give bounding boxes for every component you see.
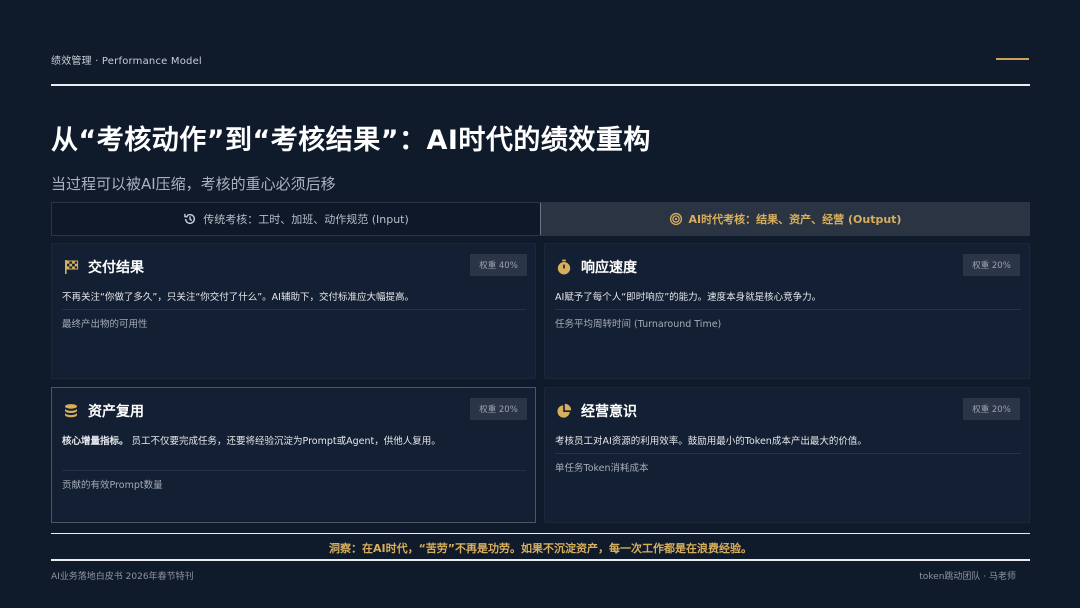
- target-icon: [669, 212, 683, 226]
- card-title: 资产复用: [88, 404, 144, 420]
- tab-bar: 传统考核：工时、加班、动作规范 (Input) AI时代考核：结果、资产、经营 …: [51, 202, 1030, 236]
- card-divider: [62, 309, 526, 310]
- weight-badge: 权重 40%: [470, 254, 527, 276]
- weight-badge: 权重 20%: [470, 398, 527, 420]
- card-description-text: 考核员工对AI资源的利用效率。鼓励用最小的Token成本产出最大的价值。: [555, 436, 867, 447]
- card-description-text: 员工不仅要完成任务，还要将经验沉淀为Prompt或Agent，供他人复用。: [131, 436, 441, 447]
- card-description: 不再关注“你做了多久”，只关注“你交付了什么”。AI辅助下，交付标准应大幅提高。: [62, 289, 414, 303]
- card-description: 核心增量指标。 员工不仅要完成任务，还要将经验沉淀为Prompt或Agent，供…: [62, 433, 441, 447]
- footer-author: token跳动团队 · 马老师: [919, 572, 1016, 582]
- page-title: 从“考核动作”到“考核结果”：AI时代的绩效重构: [51, 125, 651, 156]
- card-description-text: AI赋予了每个人“即时响应”的能力。速度本身就是核心竞争力。: [555, 292, 822, 303]
- card-delivery-result[interactable]: 交付结果 权重 40% 不再关注“你做了多久”，只关注“你交付了什么”。AI辅助…: [51, 243, 536, 379]
- pie-chart-icon: [555, 402, 573, 420]
- history-icon: [183, 212, 197, 226]
- card-description-text: 不再关注“你做了多久”，只关注“你交付了什么”。AI辅助下，交付标准应大幅提高。: [62, 292, 414, 303]
- card-divider: [555, 309, 1021, 310]
- coins-icon: [62, 402, 80, 420]
- checkered-flag-icon: [62, 258, 80, 276]
- insight-bottom-divider: [51, 559, 1030, 561]
- footer-publication: AI业务落地白皮书 2026年春节特刊: [51, 572, 194, 582]
- section-label: 绩效管理 · Performance Model: [51, 56, 202, 67]
- tab-ai-era[interactable]: AI时代考核：结果、资产、经营 (Output): [541, 203, 1029, 235]
- page-subtitle: 当过程可以被AI压缩，考核的重心必须后移: [51, 175, 336, 193]
- header-accent-line: [996, 58, 1029, 60]
- top-divider: [51, 84, 1030, 86]
- insight-text: 洞察：在AI时代，“苦劳”不再是功劳。如果不沉淀资产，每一次工作都是在浪费经验。: [328, 542, 753, 555]
- card-divider: [62, 470, 526, 471]
- tab-ai-era-label: AI时代考核：结果、资产、经营 (Output): [688, 213, 902, 226]
- card-metric: 贡献的有效Prompt数量: [62, 480, 163, 491]
- card-divider: [555, 453, 1021, 454]
- card-description: 考核员工对AI资源的利用效率。鼓励用最小的Token成本产出最大的价值。: [555, 433, 867, 447]
- card-metric: 单任务Token消耗成本: [555, 463, 649, 474]
- card-metric: 任务平均周转时间 (Turnaround Time): [555, 319, 722, 330]
- card-title: 经营意识: [581, 404, 637, 420]
- card-description-highlight: 核心增量指标。: [62, 436, 129, 447]
- card-title: 响应速度: [581, 260, 637, 276]
- tab-traditional-label: 传统考核：工时、加班、动作规范 (Input): [203, 213, 409, 226]
- tab-traditional[interactable]: 传统考核：工时、加班、动作规范 (Input): [52, 203, 541, 235]
- card-title: 交付结果: [88, 260, 144, 276]
- card-response-speed[interactable]: 响应速度 权重 20% AI赋予了每个人“即时响应”的能力。速度本身就是核心竞争…: [544, 243, 1030, 379]
- weight-badge: 权重 20%: [963, 254, 1020, 276]
- card-asset-reuse[interactable]: 资产复用 权重 20% 核心增量指标。 员工不仅要完成任务，还要将经验沉淀为Pr…: [51, 387, 536, 523]
- card-description: AI赋予了每个人“即时响应”的能力。速度本身就是核心竞争力。: [555, 289, 821, 303]
- insight-top-divider: [51, 533, 1030, 534]
- weight-badge: 权重 20%: [963, 398, 1020, 420]
- card-business-awareness[interactable]: 经营意识 权重 20% 考核员工对AI资源的利用效率。鼓励用最小的Token成本…: [544, 387, 1030, 523]
- stopwatch-icon: [555, 258, 573, 276]
- card-metric: 最终产出物的可用性: [62, 319, 148, 330]
